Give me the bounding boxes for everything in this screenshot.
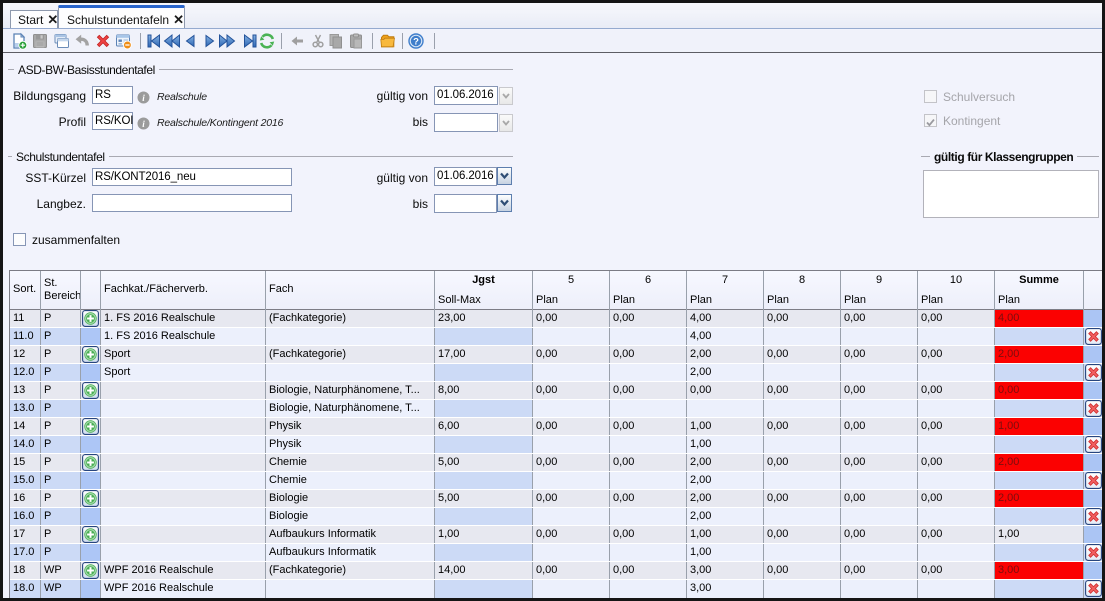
svg-text:?: ?	[413, 37, 419, 48]
